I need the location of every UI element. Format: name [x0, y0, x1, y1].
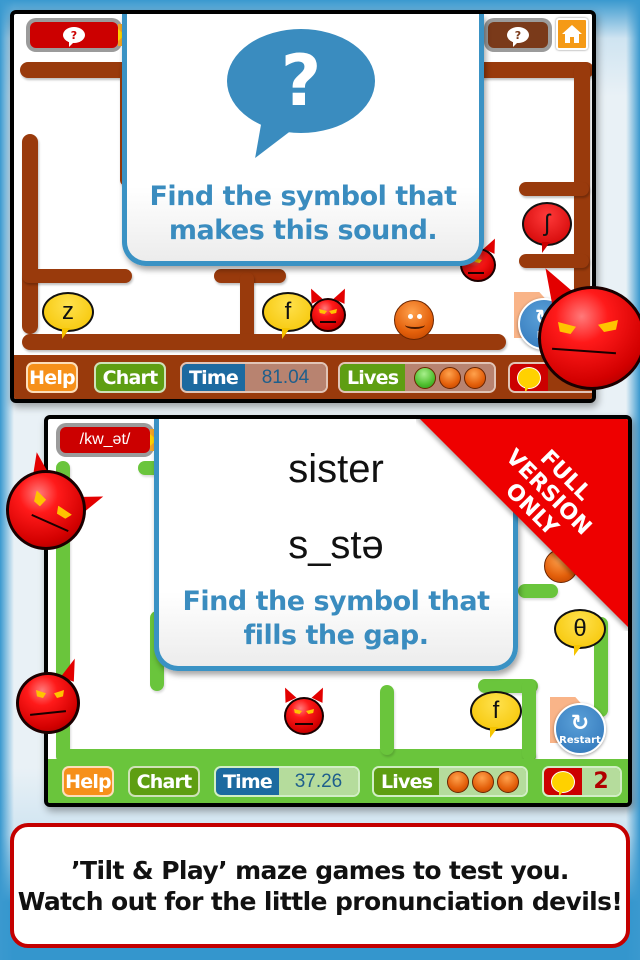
devil-mascot — [535, 262, 640, 390]
question-speech-icon: ? — [507, 27, 529, 47]
home-icon — [562, 25, 582, 43]
score-icon — [544, 768, 582, 795]
maze-wall — [22, 334, 506, 350]
player-ball — [394, 300, 434, 340]
full-version-ribbon: FULL VERSION ONLY — [416, 419, 628, 631]
word-prompt-pill[interactable]: /kw_ət/ — [60, 427, 150, 453]
life-icon — [446, 770, 469, 793]
home-button[interactable] — [556, 18, 588, 50]
dialog-message-line1: Find the symbol that — [149, 181, 457, 212]
restart-label: Restart — [559, 734, 601, 746]
lives-label: Lives — [374, 768, 440, 795]
chart-button[interactable]: Chart — [94, 362, 166, 393]
lives-display: Lives — [338, 362, 496, 393]
life-icon — [496, 770, 519, 793]
life-icon — [471, 770, 494, 793]
symbol-bubble: ʃ — [522, 202, 572, 253]
time-label: Time — [182, 364, 245, 391]
maze-wall — [22, 269, 132, 283]
score-display: 2 — [542, 766, 622, 797]
maze-wall — [22, 134, 38, 334]
devil-mascot — [6, 450, 107, 550]
restart-button[interactable]: ↻ Restart — [554, 703, 606, 755]
phonetic-prompt: /kw_ət/ — [79, 431, 131, 448]
symbol-bubble: z — [42, 292, 94, 339]
lives-icons — [405, 364, 494, 391]
game-screenshot-sound-maze: ? ? z f ʃ ↻ Re ? Find the sym — [10, 10, 596, 403]
time-label: Time — [216, 768, 279, 795]
life-lost-icon — [413, 366, 436, 389]
life-icon — [438, 366, 461, 389]
lives-label: Lives — [340, 364, 406, 391]
maze-wall — [240, 272, 254, 342]
symbol-bubble: f — [470, 691, 522, 738]
caption-line1: ’Tilt & Play’ maze games to test you. — [71, 855, 569, 885]
chart-button[interactable]: Chart — [128, 766, 200, 797]
hint-pill[interactable]: ? — [488, 22, 548, 48]
maze-wall — [380, 685, 394, 755]
dialog-message-line2: makes this sound. — [168, 215, 438, 246]
bottom-toolbar: Help Chart Time 81.04 Lives — [14, 355, 592, 399]
help-button[interactable]: Help — [62, 766, 114, 797]
instruction-dialog: ? Find the symbol that makes this sound. — [122, 14, 484, 266]
score-value: 2 — [582, 768, 620, 795]
life-icon — [463, 366, 486, 389]
restart-icon: ↻ — [570, 710, 590, 736]
maze-wall — [522, 679, 536, 761]
question-speech-icon: ? — [227, 29, 375, 133]
bottom-toolbar: Help Chart Time 37.26 Lives 2 — [48, 759, 628, 803]
lives-display: Lives — [372, 766, 528, 797]
devil-mascot — [16, 656, 82, 734]
question-speech-icon: ? — [63, 27, 85, 47]
caption-line2: Watch out for the little pronunciation d… — [17, 886, 623, 916]
time-display: Time 37.26 — [214, 766, 360, 797]
time-value: 37.26 — [278, 768, 358, 795]
help-button[interactable]: Help — [26, 362, 78, 393]
time-value: 81.04 — [244, 364, 326, 391]
symbol-bubble: f — [262, 292, 314, 339]
maze-wall — [519, 182, 589, 196]
time-display: Time 81.04 — [180, 362, 328, 393]
sound-prompt-pill[interactable]: ? — [30, 22, 118, 48]
lives-icons — [439, 768, 526, 795]
game-screenshot-gap-maze: /kw_ət/ θ f ↻ Restart sister s_stə Find … — [44, 415, 632, 807]
devil-enemy — [279, 685, 329, 735]
promo-caption: ’Tilt & Play’ maze games to test you. Wa… — [10, 823, 630, 948]
devil-enemy — [305, 286, 351, 332]
